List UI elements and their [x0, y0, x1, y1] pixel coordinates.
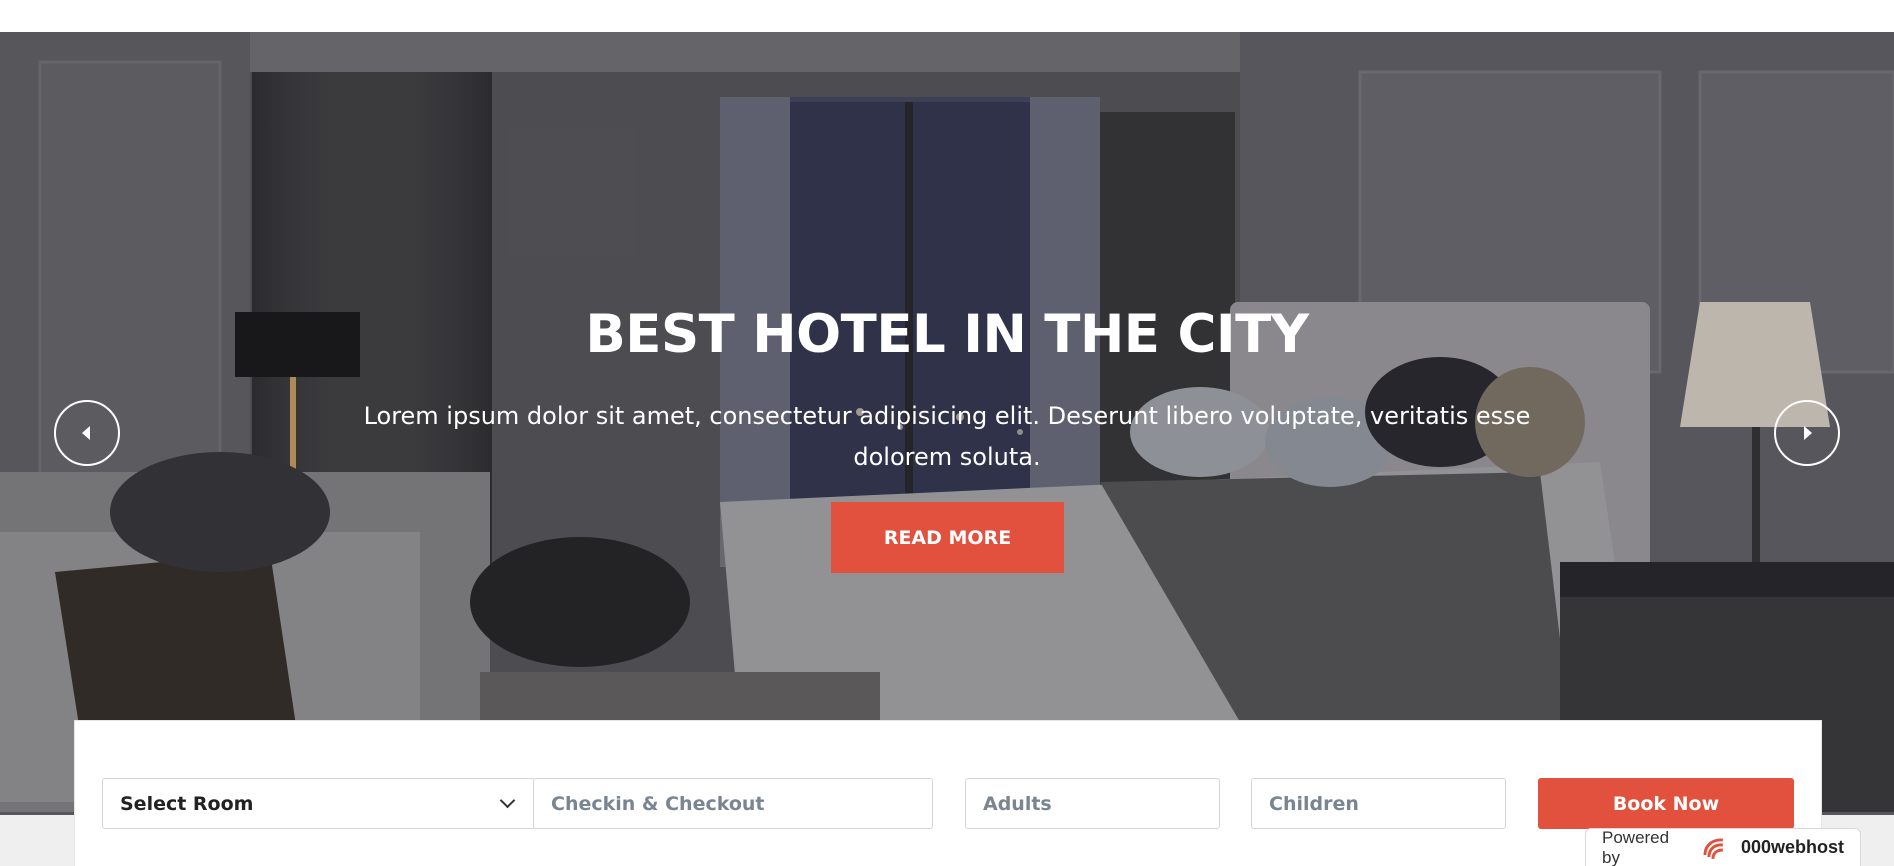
checkin-checkout-input[interactable]: Checkin & Checkout: [533, 778, 933, 829]
room-select[interactable]: Select Room: [102, 778, 535, 829]
webhost-logo-icon: [1703, 838, 1724, 859]
booking-form: Select Room Checkin & Checkout Adults Ch…: [74, 720, 1822, 866]
room-select-value: Select Room: [120, 792, 254, 815]
powered-by-label: Powered by: [1602, 827, 1670, 866]
chevron-left-icon: [82, 426, 90, 440]
adults-placeholder: Adults: [983, 792, 1052, 815]
children-placeholder: Children: [1269, 792, 1359, 815]
adults-input[interactable]: Adults: [965, 778, 1220, 829]
webhost-brand-name: 000webhost: [1740, 837, 1844, 857]
hero-slider: BEST HOTEL IN THE CITY Lorem ipsum dolor…: [0, 32, 1894, 815]
hero-title: BEST HOTEL IN THE CITY: [585, 304, 1309, 365]
powered-by-badge[interactable]: Powered by 000webhost: [1585, 828, 1861, 866]
slider-prev-button[interactable]: [54, 400, 120, 466]
book-now-button[interactable]: Book Now: [1538, 778, 1794, 829]
checkin-checkout-placeholder: Checkin & Checkout: [551, 792, 765, 815]
read-more-button[interactable]: READ MORE: [831, 502, 1064, 573]
chevron-right-icon: [1804, 426, 1812, 440]
chevron-down-icon: [499, 792, 516, 809]
slider-next-button[interactable]: [1774, 400, 1840, 466]
children-input[interactable]: Children: [1251, 778, 1506, 829]
top-bar: [0, 0, 1894, 32]
hero-description: Lorem ipsum dolor sit amet, consectetur …: [363, 402, 1531, 471]
